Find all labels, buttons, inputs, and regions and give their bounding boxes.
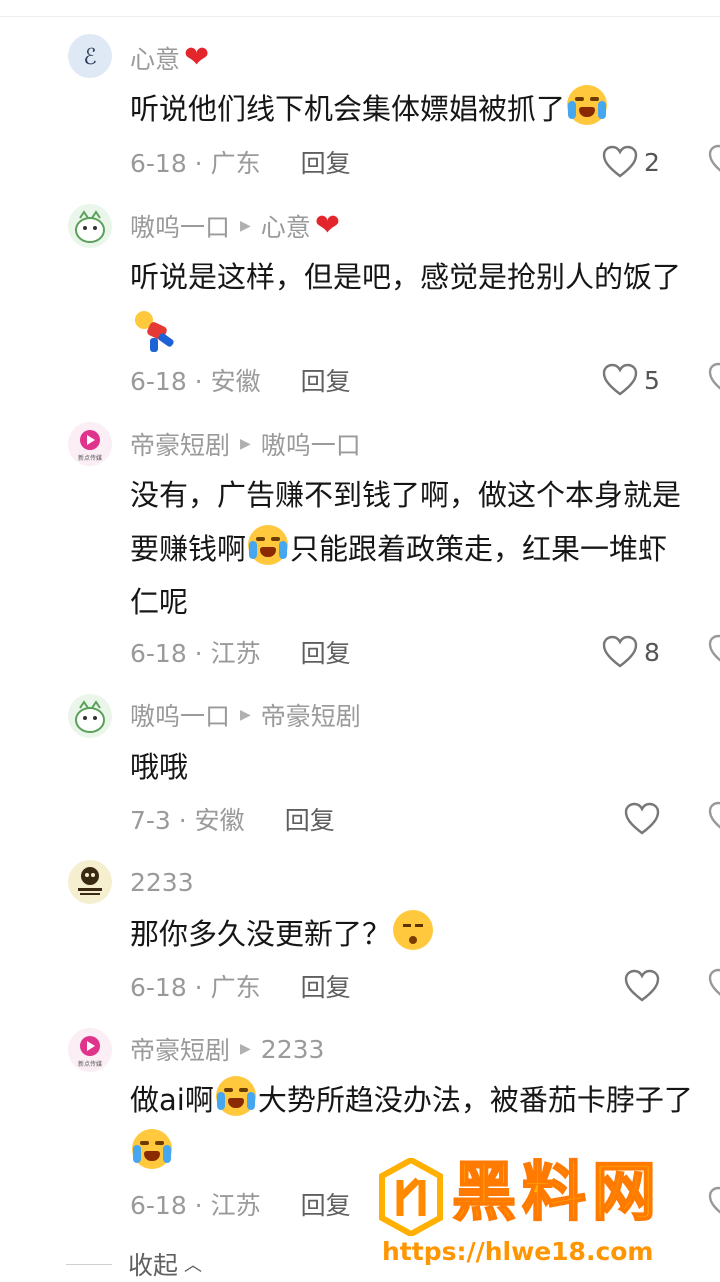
comment-text: 做ai啊 大势所趋没办法，被番茄卡脖子了	[130, 1073, 720, 1127]
comment-text: 哦哦	[130, 750, 189, 784]
comment-author-line: 2233	[130, 864, 194, 900]
avatar[interactable]	[68, 860, 112, 904]
reply-button[interactable]: 回复	[301, 968, 351, 1004]
like-button[interactable]: 2	[602, 144, 660, 180]
unamused-emoji-icon	[393, 910, 434, 950]
running-person-sticker-icon	[130, 308, 180, 354]
comment-author-line: 帝豪短剧 ▶ 嗷呜一口	[130, 426, 361, 462]
reply-to-name[interactable]: 嗷呜一口	[261, 426, 361, 462]
comment-author-line: 心意 ❤	[130, 40, 209, 76]
like-count: 5	[644, 365, 660, 395]
avatar[interactable]	[68, 694, 112, 738]
date-region: 6-18 · 安徽	[130, 367, 261, 396]
svg-text:新点传媒: 新点传媒	[78, 454, 102, 462]
watermark: 黑料网 https://hlwe18.com	[378, 1154, 708, 1276]
heart-outline-icon	[624, 802, 660, 835]
author-name[interactable]: 嗷呜一口	[130, 697, 230, 733]
comment-meta: 6-18 · 江苏 回复	[130, 634, 351, 670]
author-name[interactable]: 帝豪短剧	[130, 1031, 230, 1067]
author-name[interactable]: 嗷呜一口	[130, 208, 230, 244]
dislike-icon[interactable]	[708, 968, 720, 1004]
collapse-replies-button[interactable]: 收起 ︿	[66, 1246, 202, 1282]
dislike-icon[interactable]	[708, 634, 720, 670]
comment-text: 听说他们线下机会集体嫖娼被抓了	[130, 82, 720, 136]
dislike-icon[interactable]	[708, 362, 720, 398]
like-button[interactable]	[624, 801, 660, 837]
author-name[interactable]: 帝豪短剧	[130, 426, 230, 462]
watermark-url: https://hlwe18.com	[382, 1237, 654, 1266]
reply-to-name[interactable]: 帝豪短剧	[261, 697, 361, 733]
comment-text: 那你多久没更新了？	[130, 907, 720, 961]
watermark-title: 黑料网	[451, 1155, 662, 1231]
crying-laugh-emoji-icon	[132, 1129, 172, 1169]
avatar[interactable]	[68, 204, 112, 248]
crying-laugh-emoji-icon	[248, 525, 289, 565]
chevron-up-icon: ︿	[184, 1255, 203, 1276]
reply-to-name[interactable]: 2233	[261, 1035, 325, 1064]
heart-outline-icon	[602, 363, 638, 396]
date-region: 7-3 · 安徽	[130, 806, 245, 835]
date-region: 6-18 · 广东	[130, 149, 261, 178]
comment-meta: 7-3 · 安徽 回复	[130, 801, 335, 837]
reply-arrow-icon: ▶	[240, 1041, 251, 1057]
comment-meta: 6-18 · 江苏 回复	[130, 1186, 351, 1222]
crying-laugh-emoji-icon	[215, 1076, 256, 1116]
date-region: 6-18 · 江苏	[130, 1191, 261, 1220]
reply-button[interactable]: 回复	[301, 144, 351, 180]
comment-author-line: 嗷呜一口 ▶ 帝豪短剧	[130, 697, 361, 733]
like-count: 2	[644, 147, 660, 177]
dislike-icon[interactable]	[708, 801, 720, 837]
dislike-icon[interactable]	[708, 1186, 720, 1222]
reply-button[interactable]: 回复	[301, 634, 351, 670]
comment-text-line3: 仁呢	[130, 585, 189, 619]
date-region: 6-18 · 江苏	[130, 639, 261, 668]
watermark-logo-icon	[379, 1158, 443, 1236]
avatar[interactable]: 新点传媒	[68, 1028, 112, 1072]
reply-to-name[interactable]: 心意	[261, 208, 311, 244]
comment-author-line: 帝豪短剧 ▶ 2233	[130, 1031, 324, 1067]
comment-meta: 6-18 · 广东 回复	[130, 968, 351, 1004]
reply-button[interactable]: 回复	[301, 1186, 351, 1222]
heart-emoji-icon: ❤	[184, 40, 210, 75]
date-region: 6-18 · 广东	[130, 973, 261, 1002]
heart-emoji-icon: ❤	[314, 208, 340, 243]
reply-arrow-icon: ▶	[240, 707, 251, 723]
heart-outline-icon	[624, 969, 660, 1002]
svg-text:ℰ: ℰ	[83, 45, 96, 70]
comment-text-line2: 要赚钱啊 只能跟着政策走，红果一堆虾	[130, 522, 720, 576]
comment-text-line2	[130, 302, 720, 356]
reply-button[interactable]: 回复	[285, 801, 335, 837]
like-button[interactable]: 8	[602, 634, 660, 670]
like-button[interactable]: 5	[602, 362, 660, 398]
dislike-icon[interactable]	[708, 144, 720, 180]
comment-meta: 6-18 · 安徽 回复	[130, 362, 351, 398]
author-name[interactable]: 心意	[130, 40, 180, 76]
reply-arrow-icon: ▶	[240, 218, 251, 234]
like-button[interactable]	[624, 968, 660, 1004]
divider	[66, 1263, 112, 1265]
top-divider	[0, 16, 720, 17]
comment-meta: 6-18 · 广东 回复	[130, 144, 351, 180]
comment-author-line: 嗷呜一口 ▶ 心意 ❤	[130, 208, 340, 244]
avatar[interactable]: ℰ	[68, 34, 112, 78]
author-name[interactable]: 2233	[130, 868, 194, 897]
crying-laugh-emoji-icon	[567, 85, 608, 125]
svg-text:新点传媒: 新点传媒	[78, 1060, 102, 1068]
reply-arrow-icon: ▶	[240, 436, 251, 452]
comment-text: 没有，广告赚不到钱了啊，做这个本身就是	[130, 478, 682, 512]
avatar[interactable]: 新点传媒	[68, 422, 112, 466]
collapse-label: 收起	[128, 1251, 179, 1280]
reply-button[interactable]: 回复	[301, 362, 351, 398]
heart-outline-icon	[602, 145, 638, 178]
heart-outline-icon	[602, 635, 638, 668]
comment-text: 听说是这样，但是吧，感觉是抢别人的饭了	[130, 260, 682, 294]
like-count: 8	[644, 637, 660, 667]
